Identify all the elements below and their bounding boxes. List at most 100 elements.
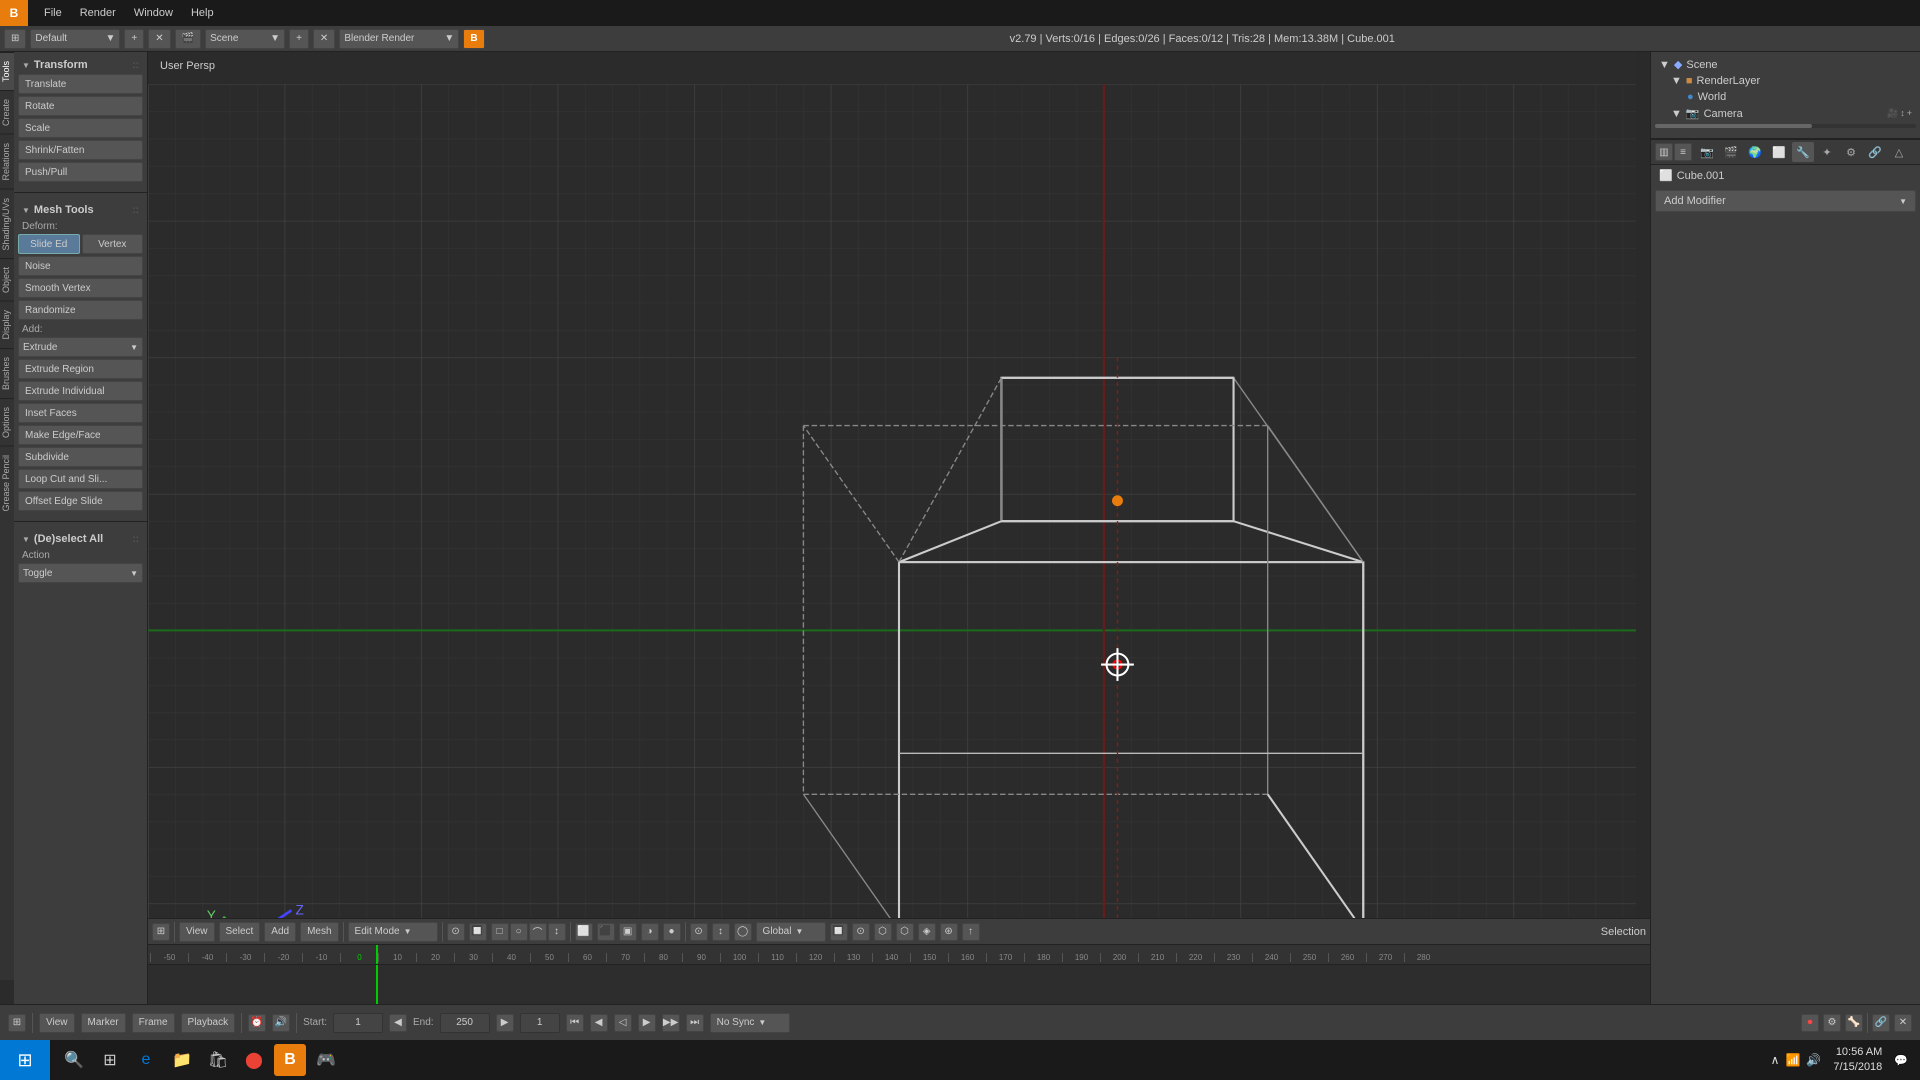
frame-menu[interactable]: Frame xyxy=(132,1013,175,1033)
prop-modifier-icon[interactable]: 🔧 xyxy=(1792,142,1814,162)
screen-icon[interactable]: ⊞ xyxy=(4,29,26,49)
shrink-fatten-button[interactable]: Shrink/Fatten xyxy=(18,140,143,160)
rotate-button[interactable]: Rotate xyxy=(18,96,143,116)
subdivide-button[interactable]: Subdivide xyxy=(18,447,143,467)
menu-render[interactable]: Render xyxy=(72,5,124,21)
current-frame[interactable]: 1 xyxy=(520,1013,560,1033)
select-circle[interactable]: ○ xyxy=(510,923,528,941)
props-icon[interactable]: ▥ xyxy=(1655,143,1673,161)
next-frame-btn[interactable]: ▶▶ xyxy=(662,1014,680,1032)
tab-grease[interactable]: Grease Pencil xyxy=(0,446,14,520)
tab-tools[interactable]: Tools xyxy=(0,52,14,90)
prop-physics-icon[interactable]: ⚙ xyxy=(1840,142,1862,162)
scene-remove[interactable]: ✕ xyxy=(313,29,335,49)
start-frame[interactable]: 1 xyxy=(333,1013,383,1033)
tweak-btn[interactable]: ↕ xyxy=(548,923,566,941)
cam-prop2[interactable]: ↕ xyxy=(1900,108,1905,119)
props-icon2[interactable]: ≡ xyxy=(1674,143,1692,161)
menu-window[interactable]: Window xyxy=(126,5,181,21)
noise-button[interactable]: Noise xyxy=(18,256,143,276)
layout-dropdown[interactable]: Default▼ xyxy=(30,29,120,49)
mesh-tools-header[interactable]: ▼ Mesh Tools :: xyxy=(18,201,143,219)
notification-icon[interactable]: 💬 xyxy=(1894,1054,1908,1067)
toggle-dropdown[interactable]: Toggle ▼ xyxy=(18,563,143,583)
menu-help[interactable]: Help xyxy=(183,5,222,21)
renderer-dropdown[interactable]: Blender Render▼ xyxy=(339,29,459,49)
prop-material-icon[interactable]: ● xyxy=(1912,142,1920,162)
tab-options[interactable]: Options xyxy=(0,398,14,446)
record-btn[interactable]: ⏺ xyxy=(1801,1014,1819,1032)
prop-scene-icon[interactable]: 🎬 xyxy=(1720,142,1742,162)
mirror-icon[interactable]: ⬡ xyxy=(874,923,892,941)
taskbar-search[interactable]: 🔍 xyxy=(58,1044,90,1076)
normals-icon[interactable]: ↑ xyxy=(962,923,980,941)
taskbar-store[interactable]: 🛍 xyxy=(202,1044,234,1076)
add-menu[interactable]: Add xyxy=(264,922,296,942)
viewport-scrollbar[interactable] xyxy=(1636,52,1650,1004)
viewport-opts[interactable]: ⊙ xyxy=(690,923,708,941)
audio-icon[interactable]: 🔊 xyxy=(272,1014,290,1032)
transform-header[interactable]: ▼ Transform :: xyxy=(18,56,143,74)
viewport-mani[interactable]: ↕ xyxy=(712,923,730,941)
anim-unlink[interactable]: ✕ xyxy=(1894,1014,1912,1032)
start-decr[interactable]: ◀ xyxy=(389,1014,407,1032)
cam-prop1[interactable]: 🎥 xyxy=(1887,108,1898,119)
tab-create[interactable]: Create xyxy=(0,90,14,134)
tab-relations[interactable]: Relations xyxy=(0,134,14,189)
shading-render[interactable]: ● xyxy=(663,923,681,941)
tree-item-camera[interactable]: ▼ 📷 Camera 🎥 ↕ + xyxy=(1655,105,1916,122)
extrude-individual-button[interactable]: Extrude Individual xyxy=(18,381,143,401)
anim-armature[interactable]: 🦴 xyxy=(1845,1014,1863,1032)
layout-remove[interactable]: ✕ xyxy=(148,29,170,49)
scale-button[interactable]: Scale xyxy=(18,118,143,138)
taskbar-blender[interactable]: B xyxy=(274,1044,306,1076)
prev-frame[interactable]: ◀ xyxy=(590,1014,608,1032)
anim-link[interactable]: 🔗 xyxy=(1872,1014,1890,1032)
end-frame[interactable]: 250 xyxy=(440,1013,490,1033)
prop-data-icon[interactable]: △ xyxy=(1888,142,1910,162)
jump-end[interactable]: ⏭ xyxy=(686,1014,704,1032)
prop-constraints-icon[interactable]: 🔗 xyxy=(1864,142,1886,162)
randomize-button[interactable]: Randomize xyxy=(18,300,143,320)
end-incr[interactable]: ▶ xyxy=(496,1014,514,1032)
tree-item-renderlayer[interactable]: ▼ ■ RenderLayer xyxy=(1655,73,1916,89)
taskbar-explorer[interactable]: 📁 xyxy=(166,1044,198,1076)
tree-item-world[interactable]: ● World xyxy=(1655,89,1916,105)
tab-brushes[interactable]: Brushes xyxy=(0,348,14,398)
prop-render-icon[interactable]: 📷 xyxy=(1696,142,1718,162)
deselect-header[interactable]: ▼ (De)select All :: xyxy=(18,530,143,548)
loop-cut-button[interactable]: Loop Cut and Sli... xyxy=(18,469,143,489)
snap-icon[interactable]: 🔲 xyxy=(830,923,848,941)
volume-icon[interactable]: 🔊 xyxy=(1806,1053,1821,1067)
marker-menu[interactable]: Marker xyxy=(81,1013,126,1033)
prop-object-icon[interactable]: ⬜ xyxy=(1768,142,1790,162)
taskbar-task-view[interactable]: ⊞ xyxy=(94,1044,126,1076)
scene-dropdown[interactable]: Scene▼ xyxy=(205,29,285,49)
propfalloff-icon[interactable]: ⊙ xyxy=(852,923,870,941)
view-menu[interactable]: View xyxy=(179,922,215,942)
jump-start[interactable]: ⏮ xyxy=(566,1014,584,1032)
select-box[interactable]: □ xyxy=(491,923,509,941)
add-modifier-dropdown[interactable]: Add Modifier ▼ xyxy=(1655,190,1916,212)
vt-icon[interactable]: ⊞ xyxy=(152,923,170,941)
offset-edge-button[interactable]: Offset Edge Slide xyxy=(18,491,143,511)
pivot-btn[interactable]: ⊙ xyxy=(447,923,465,941)
network-icon[interactable]: 📶 xyxy=(1785,1053,1800,1067)
taskbar-edge[interactable]: e xyxy=(130,1044,162,1076)
select-menu[interactable]: Select xyxy=(219,922,261,942)
tab-object[interactable]: Object xyxy=(0,258,14,301)
snap-btn[interactable]: 🔲 xyxy=(469,923,487,941)
shading-tex[interactable]: ▣ xyxy=(619,923,637,941)
push-pull-button[interactable]: Push/Pull xyxy=(18,162,143,182)
tab-shading[interactable]: Shading/UVs xyxy=(0,189,14,259)
playback-menu[interactable]: Playback xyxy=(181,1013,236,1033)
scene-add[interactable]: + xyxy=(289,29,309,49)
scene-icon[interactable]: 🎬 xyxy=(175,29,201,49)
viewport-overlay[interactable]: ◯ xyxy=(734,923,752,941)
anim-props[interactable]: ⚙ xyxy=(1823,1014,1841,1032)
wireframe-icon[interactable]: ⬡ xyxy=(896,923,914,941)
slide-edge-button[interactable]: Slide Ed xyxy=(18,234,80,254)
xray-icon[interactable]: ◈ xyxy=(918,923,936,941)
sync-dropdown[interactable]: No Sync▼ xyxy=(710,1013,790,1033)
taskbar-clock[interactable]: 10:56 AM 7/15/2018 xyxy=(1833,1045,1882,1076)
